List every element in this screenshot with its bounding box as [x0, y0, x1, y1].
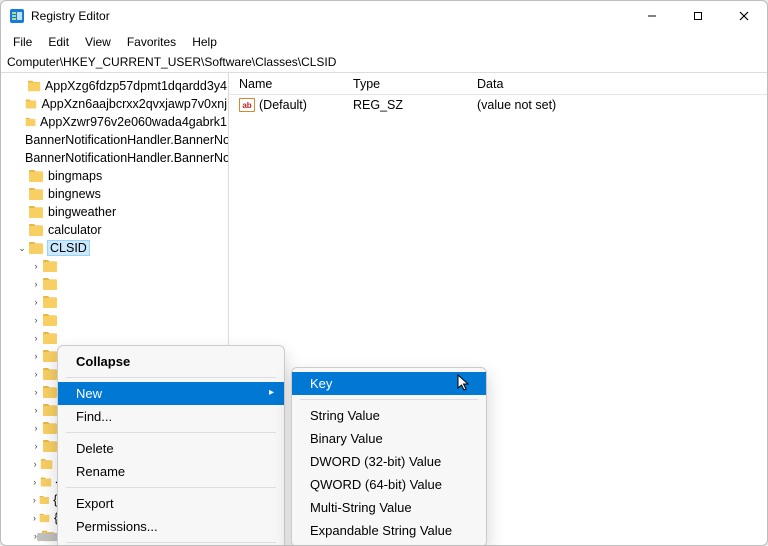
chevron-right-icon[interactable]: › [31, 387, 41, 397]
tree-item[interactable]: › [1, 311, 228, 329]
ctx-separator [66, 432, 276, 433]
ctx-export[interactable]: Export [58, 492, 284, 515]
value-row[interactable]: ab (Default) REG_SZ (value not set) [229, 95, 767, 115]
chevron-right-icon[interactable]: › [31, 297, 41, 307]
chevron-right-icon[interactable]: › [31, 369, 41, 379]
chevron-right-icon[interactable]: › [31, 441, 41, 451]
tree-item-label: calculator [47, 223, 103, 237]
tree-item-label: CLSID [47, 240, 90, 256]
tree-item[interactable]: ›bingweather [1, 203, 228, 221]
ctx-separator [66, 487, 276, 488]
tree-item-label: AppXzwr976v2e060wada4gabrk1 [39, 115, 228, 129]
sub-key[interactable]: Key [292, 372, 486, 395]
chevron-right-icon[interactable]: › [31, 459, 39, 469]
menu-favorites[interactable]: Favorites [119, 33, 184, 51]
sub-binary-value[interactable]: Binary Value [292, 427, 486, 450]
chevron-right-icon[interactable]: › [31, 405, 41, 415]
tree-item[interactable]: ›calculator [1, 221, 228, 239]
string-value-icon: ab [239, 98, 255, 112]
ctx-separator [66, 542, 276, 543]
tree-item-label: AppXzg6fdzp57dpmt1dqardd3y4 [44, 79, 228, 93]
chevron-right-icon[interactable]: › [31, 495, 38, 505]
col-name-header[interactable]: Name [229, 77, 343, 91]
menu-view[interactable]: View [77, 33, 119, 51]
chevron-right-icon[interactable]: › [31, 423, 41, 433]
minimize-button[interactable] [629, 1, 675, 31]
maximize-icon [693, 11, 703, 21]
sub-multistring-value[interactable]: Multi-String Value [292, 496, 486, 519]
menubar: File Edit View Favorites Help [1, 31, 767, 53]
context-submenu-new: Key String Value Binary Value DWORD (32-… [291, 367, 487, 545]
sub-expandable-value[interactable]: Expandable String Value [292, 519, 486, 542]
sub-qword-value[interactable]: QWORD (64-bit) Value [292, 473, 486, 496]
tree-item[interactable]: ⌄ CLSID [1, 239, 228, 257]
ctx-permissions[interactable]: Permissions... [58, 515, 284, 538]
menu-file[interactable]: File [5, 33, 40, 51]
col-data-header[interactable]: Data [467, 77, 767, 91]
ctx-find[interactable]: Find... [58, 405, 284, 428]
tree-item-label: bingmaps [47, 169, 103, 183]
minimize-icon [647, 11, 657, 21]
tree-item[interactable]: ›bingnews [1, 185, 228, 203]
ctx-rename[interactable]: Rename [58, 460, 284, 483]
tree-item[interactable]: › [1, 275, 228, 293]
col-type-header[interactable]: Type [343, 77, 467, 91]
chevron-right-icon[interactable]: › [31, 513, 38, 523]
tree-item-label: bingweather [47, 205, 117, 219]
tree-item[interactable]: › [1, 293, 228, 311]
value-data: (value not set) [467, 98, 767, 112]
tree-item[interactable]: ›BannerNotificationHandler.BannerNotific… [1, 149, 228, 167]
address-text: Computer\HKEY_CURRENT_USER\Software\Clas… [7, 55, 336, 69]
sub-string-value[interactable]: String Value [292, 404, 486, 427]
titlebar: Registry Editor [1, 1, 767, 31]
registry-editor-window: Registry Editor File Edit View Favorites… [0, 0, 768, 546]
chevron-down-icon[interactable]: ⌄ [17, 243, 27, 254]
window-title: Registry Editor [31, 9, 629, 23]
chevron-right-icon[interactable]: › [31, 351, 41, 361]
tree-item[interactable]: ›AppXzg6fdzp57dpmt1dqardd3y4 [1, 77, 228, 95]
maximize-button[interactable] [675, 1, 721, 31]
value-type: REG_SZ [343, 98, 467, 112]
tree-item-label: bingnews [47, 187, 102, 201]
chevron-right-icon[interactable]: › [31, 261, 41, 271]
context-menu: Collapse New ▸ Find... Delete Rename Exp… [57, 345, 285, 545]
tree-item[interactable]: ›BannerNotificationHandler.BannerNotific… [1, 131, 228, 149]
tree-item[interactable]: ›AppXzwr976v2e060wada4gabrk1 [1, 113, 228, 131]
submenu-arrow-icon: ▸ [269, 387, 274, 398]
tree-item[interactable]: › [1, 257, 228, 275]
chevron-right-icon[interactable]: › [31, 333, 41, 343]
tree-item-label: AppXzn6aajbcrxx2qvxjawp7v0xnj [40, 97, 228, 111]
app-icon [9, 8, 25, 24]
chevron-right-icon[interactable]: › [31, 315, 41, 325]
sub-dword-value[interactable]: DWORD (32-bit) Value [292, 450, 486, 473]
close-icon [739, 11, 749, 21]
tree-item[interactable]: ›bingmaps [1, 167, 228, 185]
ctx-separator [300, 399, 478, 400]
address-bar[interactable]: Computer\HKEY_CURRENT_USER\Software\Clas… [1, 53, 767, 73]
ctx-new[interactable]: New ▸ [58, 382, 284, 405]
chevron-right-icon[interactable]: › [31, 279, 41, 289]
ctx-separator [66, 377, 276, 378]
ctx-collapse[interactable]: Collapse [58, 350, 284, 373]
values-header: Name Type Data [229, 73, 767, 95]
ctx-delete[interactable]: Delete [58, 437, 284, 460]
tree-item-label: BannerNotificationHandler.BannerNotifica… [24, 151, 229, 165]
close-button[interactable] [721, 1, 767, 31]
tree-item-label: BannerNotificationHandler.BannerNotifica… [24, 133, 229, 147]
window-controls [629, 1, 767, 31]
value-name: (Default) [259, 98, 307, 112]
tree-item[interactable]: ›AppXzn6aajbcrxx2qvxjawp7v0xnj [1, 95, 228, 113]
chevron-right-icon[interactable]: › [31, 477, 39, 487]
content-area: ›AppXzg6fdzp57dpmt1dqardd3y4›AppXzn6aajb… [1, 73, 767, 545]
menu-help[interactable]: Help [184, 33, 225, 51]
menu-edit[interactable]: Edit [40, 33, 77, 51]
